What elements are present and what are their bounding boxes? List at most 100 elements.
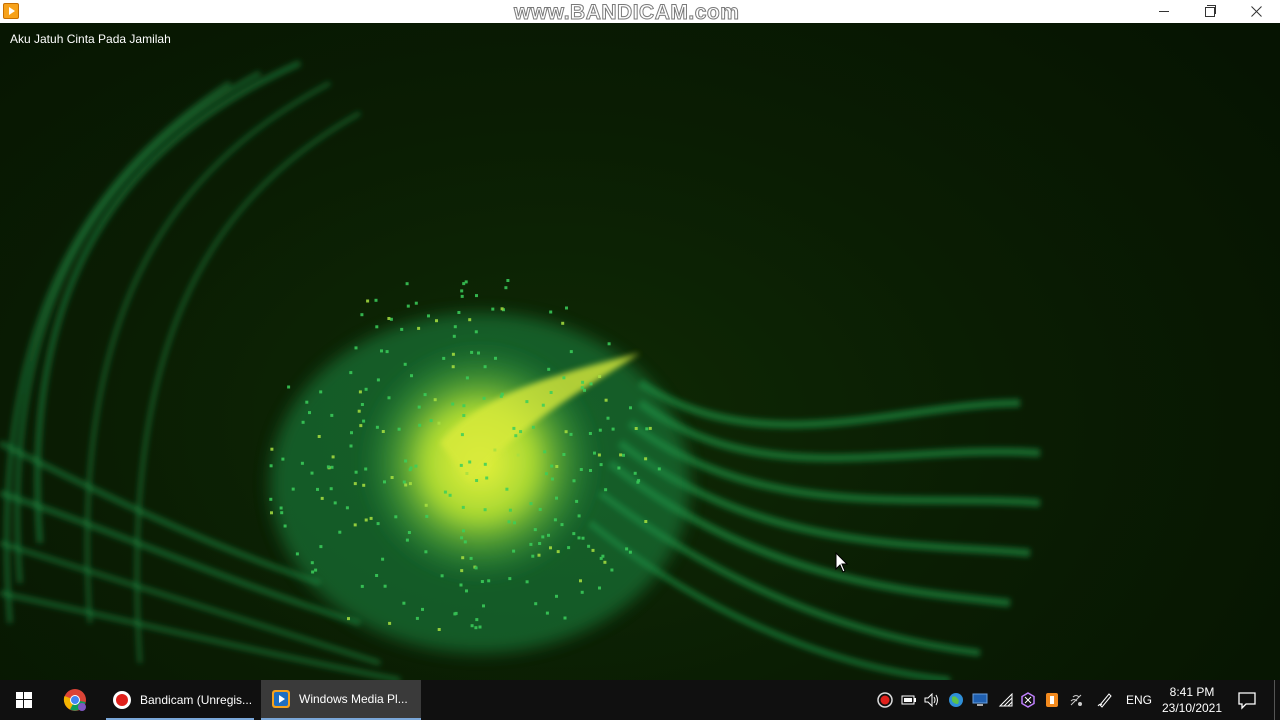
sparkle-particle xyxy=(451,402,455,406)
sparkle-particle xyxy=(607,342,611,346)
title-bar[interactable]: www.BANDICAM.com xyxy=(0,0,1280,24)
sparkle-particle xyxy=(543,450,547,454)
clock[interactable]: 8:41 PM 23/10/2021 xyxy=(1158,684,1226,716)
now-playing-title: Aku Jatuh Cinta Pada Jamilah xyxy=(10,32,171,46)
sparkle-particle xyxy=(478,625,482,629)
sparkle-particle xyxy=(589,469,592,472)
sparkle-particle xyxy=(555,496,558,500)
sparkle-particle xyxy=(317,435,321,438)
sparkle-particle xyxy=(617,466,621,470)
sparkle-particle xyxy=(383,480,386,484)
sparkle-particle xyxy=(283,524,287,528)
sparkle-particle xyxy=(556,550,560,554)
sparkle-particle xyxy=(475,479,479,482)
show-desktop-button[interactable] xyxy=(1274,680,1275,720)
sparkle-particle xyxy=(519,430,523,434)
sparkle-particle xyxy=(360,403,364,406)
windows-logo-icon xyxy=(16,692,32,708)
sparkle-particle xyxy=(572,479,576,483)
sparkle-particle xyxy=(350,431,353,435)
pen-ink-tray-icon[interactable] xyxy=(1096,691,1114,709)
sparkle-particle xyxy=(405,538,409,542)
sparkle-particle xyxy=(644,457,648,461)
battery-icon[interactable] xyxy=(900,691,918,709)
sparkle-particle xyxy=(468,460,472,464)
sparkle-particle xyxy=(400,327,404,331)
sparkle-particle xyxy=(587,544,591,548)
satellite-tray-icon[interactable] xyxy=(1067,691,1085,709)
sparkle-particle xyxy=(305,400,309,404)
action-center-button[interactable] xyxy=(1237,690,1257,710)
sparkle-particle xyxy=(376,522,380,526)
sparkle-particle xyxy=(577,536,581,540)
wifi-icon xyxy=(998,693,1013,707)
wifi-icon[interactable] xyxy=(997,691,1015,709)
monitor-tray-icon[interactable] xyxy=(971,691,989,709)
sparkle-particle xyxy=(383,584,387,588)
minimize-icon xyxy=(1159,11,1169,12)
volume-icon[interactable] xyxy=(923,691,941,709)
sparkle-particle xyxy=(349,444,353,448)
sparkle-particle xyxy=(505,487,509,491)
sparkle-particle xyxy=(453,325,457,329)
sparkle-particle xyxy=(414,301,418,305)
sparkle-particle xyxy=(338,530,342,534)
video-area[interactable]: Aku Jatuh Cinta Pada Jamilah xyxy=(0,23,1280,680)
sparkle-particle xyxy=(387,317,391,320)
sparkle-particle xyxy=(491,307,495,311)
music-visualization xyxy=(0,60,1041,680)
sparkle-particle xyxy=(280,511,284,515)
sparkle-particle xyxy=(362,419,366,423)
maximize-button[interactable] xyxy=(1187,0,1233,23)
sparkle-particle xyxy=(516,453,520,457)
restore-icon xyxy=(1205,4,1216,17)
taskbar-bandicam[interactable]: Bandicam (Unregis... xyxy=(104,680,256,720)
office-tray-icon[interactable] xyxy=(1043,691,1061,709)
minimize-button[interactable] xyxy=(1141,0,1187,23)
sparkle-particle xyxy=(545,611,549,615)
media-player-icon xyxy=(3,3,19,19)
sparkle-particle xyxy=(474,330,478,334)
sparkle-particle xyxy=(513,521,516,525)
sparkle-particle xyxy=(269,497,273,501)
sparkle-particle xyxy=(308,411,311,415)
sparkle-particle xyxy=(474,626,478,630)
sparkle-particle xyxy=(483,462,487,466)
sparkle-particle xyxy=(366,299,370,303)
sparkle-particle xyxy=(561,321,565,325)
sparkle-particle xyxy=(314,568,318,572)
sparkle-particle xyxy=(644,520,648,523)
utility-tray-icon[interactable] xyxy=(1019,691,1037,709)
network-globe-tray-icon[interactable] xyxy=(947,691,965,709)
bandicam-tray-icon[interactable] xyxy=(876,691,894,709)
sparkle-particle xyxy=(555,465,559,468)
sparkle-particle xyxy=(364,518,368,522)
sparkle-particle xyxy=(390,476,394,479)
sparkle-particle xyxy=(599,463,603,467)
sparkle-particle xyxy=(494,356,497,360)
input-language[interactable]: ENG xyxy=(1126,693,1152,707)
volume-icon xyxy=(924,693,938,707)
sparkle-particle xyxy=(529,502,533,506)
sparkle-particle xyxy=(461,556,465,560)
sparkle-particle xyxy=(457,311,461,314)
sparkle-particle xyxy=(625,547,629,551)
taskbar-chrome[interactable] xyxy=(56,680,94,720)
sparkle-particle xyxy=(563,616,567,620)
sparkle-particle xyxy=(512,426,516,430)
sparkle-particle xyxy=(414,464,418,468)
sparkle-particle xyxy=(403,362,407,366)
sparkle-particle xyxy=(461,505,465,509)
sparkle-particle xyxy=(319,545,323,549)
sparkle-particle xyxy=(553,518,557,522)
close-button[interactable] xyxy=(1233,0,1279,23)
sparkle-particle xyxy=(360,313,364,317)
sparkle-particle xyxy=(269,464,273,468)
start-button[interactable] xyxy=(0,680,48,720)
sparkle-particle xyxy=(402,601,406,605)
sparkle-particle xyxy=(410,374,413,378)
taskbar-windows-media-player[interactable]: Windows Media Pl... xyxy=(261,680,421,720)
sparkle-particle xyxy=(381,557,385,561)
sparkle-particle xyxy=(533,528,537,532)
sparkle-particle xyxy=(531,425,535,429)
